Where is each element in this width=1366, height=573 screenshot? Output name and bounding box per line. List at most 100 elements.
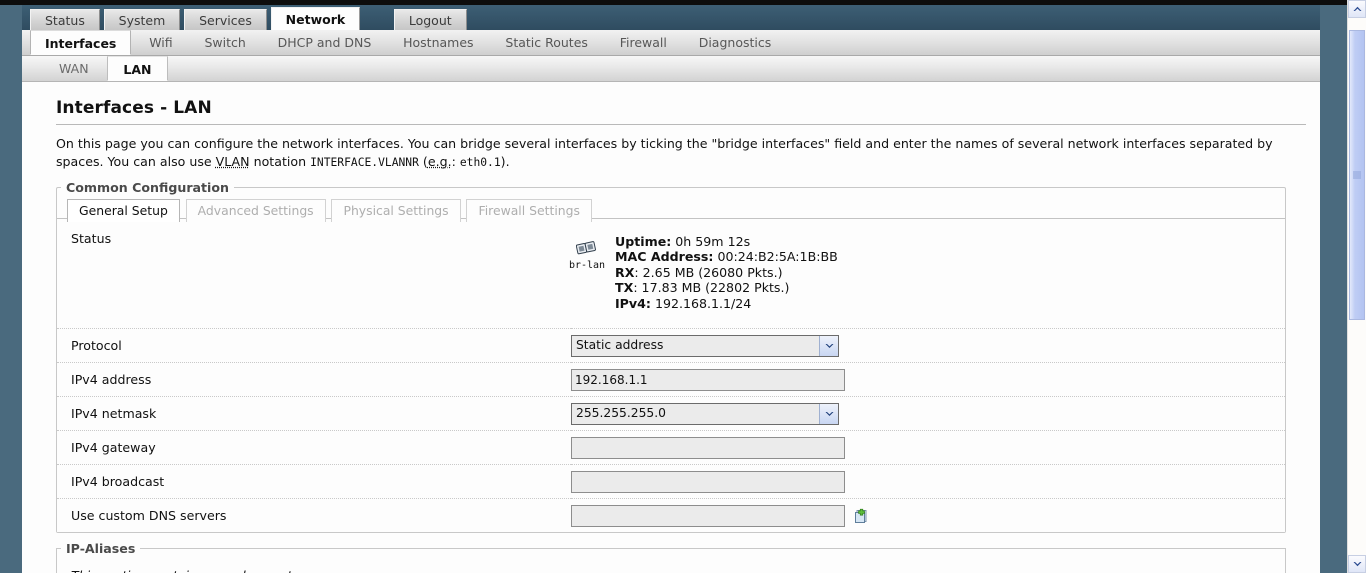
nav-tab-logout[interactable]: Logout xyxy=(393,9,467,30)
eg-abbr: e.g. xyxy=(427,154,452,169)
chevron-down-icon[interactable] xyxy=(819,335,838,356)
eth0-code: eth0.1 xyxy=(459,156,501,169)
subnav-tab-firewall[interactable]: Firewall xyxy=(606,30,681,55)
config-tabs: General Setup Advanced Settings Physical… xyxy=(57,195,1285,222)
status-line-tx: TX: 17.83 MB (22802 Pkts.) xyxy=(615,280,838,295)
ipv4-address-label: IPv4 address xyxy=(71,372,152,388)
tx-value: : 17.83 MB (22802 Pkts.) xyxy=(633,280,790,296)
nav-tab-status[interactable]: Status xyxy=(30,9,100,30)
interface-name: br-lan xyxy=(568,260,606,271)
interface-identity: br-lan xyxy=(559,234,615,271)
ipv4-broadcast-value-cell xyxy=(571,465,1285,499)
ip-aliases-section: IP-Aliases This section contains no valu… xyxy=(56,541,1286,573)
scrollbar-thumb[interactable] xyxy=(1349,30,1365,320)
status-line-ipv4: IPv4: 192.168.1.1/24 xyxy=(615,296,838,311)
scrollbar-grip xyxy=(1353,171,1361,179)
subnav-tab-switch[interactable]: Switch xyxy=(190,30,259,55)
rx-key: RX xyxy=(615,264,635,280)
config-form: Status br-lan Uptime: 0h 59m 12s MAC Add… xyxy=(57,219,1285,533)
description-text-4: : xyxy=(451,154,460,169)
ipv4-gateway-value-cell xyxy=(571,431,1285,465)
form-row-ipv4-broadcast: IPv4 broadcast xyxy=(57,464,1285,499)
chevron-up-icon xyxy=(1353,6,1361,11)
status-line-mac: MAC Address: 00:24:B2:5A:1B:BB xyxy=(615,249,838,264)
scrollbar-track[interactable] xyxy=(1348,18,1366,555)
scroll-down-button[interactable] xyxy=(1348,555,1366,573)
subnav-tab-dhcp-and-dns[interactable]: DHCP and DNS xyxy=(264,30,386,55)
page-title: Interfaces - LAN xyxy=(56,98,1306,125)
nav-tab-network[interactable]: Network xyxy=(270,7,361,30)
ipv4-address-value-cell xyxy=(571,363,1285,397)
common-configuration-legend: Common Configuration xyxy=(66,180,229,195)
page-description: On this page you can configure the netwo… xyxy=(56,135,1308,172)
interface-nav: WAN LAN xyxy=(22,56,1320,82)
interface-tab-wan[interactable]: WAN xyxy=(44,56,104,81)
add-item-icon[interactable] xyxy=(853,508,869,524)
status-line-uptime: Uptime: 0h 59m 12s xyxy=(615,234,838,249)
mac-key: MAC Address: xyxy=(615,249,714,265)
config-tab-physical-settings[interactable]: Physical Settings xyxy=(331,199,461,222)
config-tab-firewall-settings[interactable]: Firewall Settings xyxy=(466,199,592,222)
form-row-ipv4-netmask: IPv4 netmask 255.255.255.0 xyxy=(57,396,1285,431)
ip-aliases-legend: IP-Aliases xyxy=(66,541,136,557)
ipv4-value: 192.168.1.1/24 xyxy=(650,295,752,311)
interface-vlannr-code: INTERFACE.VLANNR xyxy=(310,156,419,169)
protocol-select[interactable]: Static address xyxy=(571,334,839,357)
vlan-abbr: VLAN xyxy=(215,154,250,169)
form-row-protocol: Protocol Static address xyxy=(57,328,1285,363)
scroll-up-button[interactable] xyxy=(1348,0,1366,18)
custom-dns-row xyxy=(571,504,1285,527)
interface-tab-lan[interactable]: LAN xyxy=(107,56,168,81)
ethernet-card-icon xyxy=(575,241,598,259)
subnav-tab-interfaces[interactable]: Interfaces xyxy=(30,30,132,55)
custom-dns-label: Use custom DNS servers xyxy=(71,508,227,524)
description-text-5: ). xyxy=(500,154,510,169)
chevron-down-icon xyxy=(1353,562,1361,567)
subnav-tab-diagnostics[interactable]: Diagnostics xyxy=(685,30,786,55)
subnav-tab-wifi[interactable]: Wifi xyxy=(135,30,186,55)
status-label: Status xyxy=(71,231,112,246)
config-tab-general-setup[interactable]: General Setup xyxy=(67,199,180,222)
protocol-label: Protocol xyxy=(71,338,122,354)
form-row-custom-dns: Use custom DNS servers xyxy=(57,498,1285,533)
status-block: br-lan Uptime: 0h 59m 12s MAC Address: 0… xyxy=(569,224,1285,323)
ipv4-broadcast-input[interactable] xyxy=(571,470,845,493)
ipv4-netmask-value-cell: 255.255.255.0 xyxy=(571,397,1285,431)
vertical-scrollbar[interactable] xyxy=(1347,0,1366,573)
ipv4-netmask-select[interactable]: 255.255.255.0 xyxy=(571,402,839,425)
form-row-ipv4-address: IPv4 address xyxy=(57,362,1285,397)
uptime-value: 0h 59m 12s xyxy=(671,234,751,249)
mac-value: 00:24:B2:5A:1B:BB xyxy=(713,249,838,265)
ipv4-key: IPv4: xyxy=(615,295,651,311)
form-row-ipv4-gateway: IPv4 gateway xyxy=(57,430,1285,465)
nav-tab-system[interactable]: System xyxy=(103,9,181,30)
description-text-3: ( xyxy=(418,154,428,169)
secondary-nav: Interfaces Wifi Switch DHCP and DNS Host… xyxy=(22,30,1320,56)
status-value-cell: br-lan Uptime: 0h 59m 12s MAC Address: 0… xyxy=(569,219,1285,329)
custom-dns-input[interactable] xyxy=(571,504,845,527)
main-content: Interfaces - LAN On this page you can co… xyxy=(22,82,1320,573)
rx-value: : 2.65 MB (26080 Pkts.) xyxy=(634,264,783,280)
ipv4-gateway-input[interactable] xyxy=(571,436,845,459)
browser-window: Status System Services Network Logout In… xyxy=(0,0,1366,573)
ip-aliases-empty-text: This section contains no values yet xyxy=(57,562,1285,573)
protocol-selected-value: Static address xyxy=(576,337,664,352)
protocol-value-cell: Static address xyxy=(571,329,1285,363)
nav-tab-services[interactable]: Services xyxy=(184,9,267,30)
uptime-key: Uptime: xyxy=(615,234,672,249)
ipv4-address-input[interactable] xyxy=(571,368,845,391)
subnav-tab-static-routes[interactable]: Static Routes xyxy=(491,30,602,55)
ipv4-netmask-label: IPv4 netmask xyxy=(71,406,157,422)
config-tab-advanced-settings[interactable]: Advanced Settings xyxy=(185,199,326,222)
form-row-status: Status br-lan Uptime: 0h 59m 12s MAC Add… xyxy=(57,219,1285,329)
custom-dns-value-cell xyxy=(571,499,1285,533)
page-container: Status System Services Network Logout In… xyxy=(22,5,1320,573)
common-configuration-section: Common Configuration General Setup Advan… xyxy=(56,180,1286,534)
ipv4-broadcast-label: IPv4 broadcast xyxy=(71,474,165,490)
tx-key: TX xyxy=(615,280,634,296)
subnav-tab-hostnames[interactable]: Hostnames xyxy=(389,30,487,55)
chevron-down-icon[interactable] xyxy=(819,403,838,424)
ipv4-gateway-label: IPv4 gateway xyxy=(71,440,156,456)
primary-nav: Status System Services Network Logout xyxy=(22,5,1320,30)
status-line-rx: RX: 2.65 MB (26080 Pkts.) xyxy=(615,265,838,280)
